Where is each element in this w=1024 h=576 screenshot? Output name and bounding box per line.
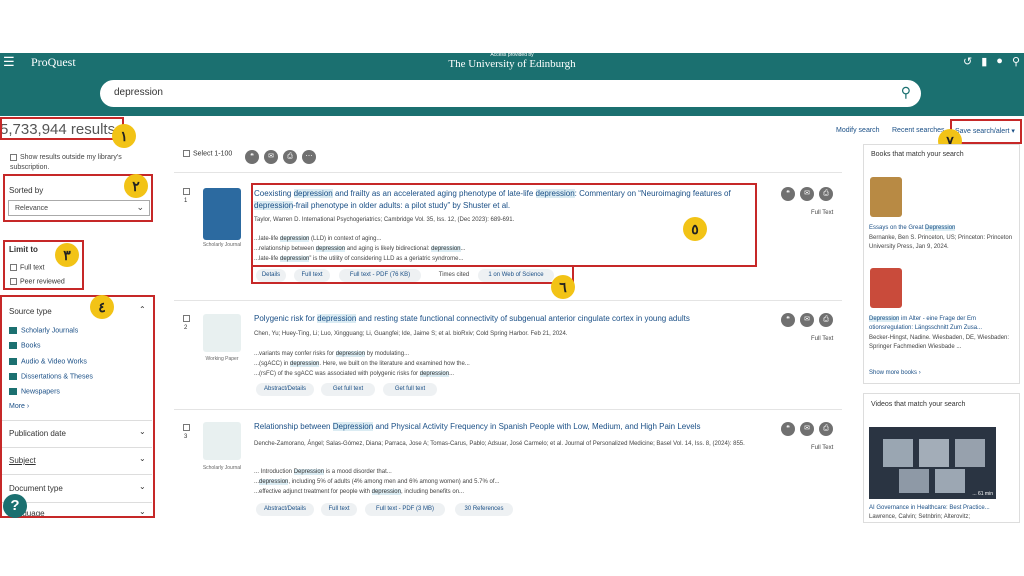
- cite-icon[interactable]: ❝: [781, 187, 795, 201]
- save-icon[interactable]: ⎙: [819, 422, 833, 436]
- institution-name: The University of Edinburgh: [448, 58, 576, 70]
- modify-search-link[interactable]: Modify search: [836, 127, 880, 134]
- record-title[interactable]: Relationship between Depression and Phys…: [254, 421, 756, 433]
- show-more-books-link[interactable]: Show more books ›: [869, 369, 921, 378]
- divider: [174, 300, 842, 301]
- record-number: 1: [184, 198, 188, 204]
- annotation-badge-1: ١: [112, 124, 136, 148]
- book-title-link[interactable]: Essays on the Great Depression: [869, 224, 1019, 233]
- folder-icon[interactable]: ▮: [981, 55, 987, 68]
- video-frame: [899, 469, 929, 493]
- gear-icon: [203, 314, 241, 352]
- video-duration: ... 61 min: [972, 491, 993, 497]
- annotation-box-6: [251, 265, 574, 284]
- search-submit-icon[interactable]: ⚲: [901, 84, 911, 101]
- get-full-text-link[interactable]: Get full text: [321, 383, 375, 396]
- full-text-pdf-link[interactable]: Full text - PDF (3 MB): [365, 503, 445, 516]
- video-frame: [919, 439, 949, 467]
- select-all-checkbox[interactable]: [183, 150, 190, 157]
- full-text-label: Full Text: [811, 445, 834, 451]
- book-cover-thumbnail[interactable]: [870, 177, 902, 217]
- email-icon[interactable]: ✉: [264, 150, 278, 164]
- videos-panel-title: Videos that match your search: [871, 401, 966, 408]
- record-number: 3: [184, 434, 188, 440]
- annotation-badge-2: ٢: [124, 174, 148, 198]
- full-text-label: Full Text: [811, 210, 834, 216]
- video-frame: [935, 469, 965, 493]
- annotation-box-1: [0, 117, 124, 140]
- save-icon[interactable]: ⎙: [819, 313, 833, 327]
- search-query[interactable]: depression: [114, 87, 163, 98]
- book-cover-thumbnail[interactable]: [870, 268, 902, 308]
- record-type: Scholarly Journal: [202, 242, 242, 248]
- annotation-badge-6: ٦: [551, 275, 575, 299]
- email-icon[interactable]: ✉: [800, 187, 814, 201]
- select-all-row[interactable]: Select 1-100: [183, 150, 232, 157]
- book-meta: Bernanke, Ben S. Princeton, US; Princeto…: [869, 235, 1013, 250]
- video-thumbnail[interactable]: ... 61 min: [869, 427, 996, 499]
- help-button[interactable]: ?: [3, 494, 27, 518]
- select-all-label: Select 1-100: [193, 150, 233, 158]
- search-input[interactable]: depression ⚲: [100, 80, 921, 107]
- full-text-link[interactable]: Full text: [321, 503, 357, 516]
- cite-icon[interactable]: ❝: [781, 422, 795, 436]
- email-icon[interactable]: ✉: [800, 422, 814, 436]
- cite-icon[interactable]: ❝: [781, 313, 795, 327]
- recent-searches-link[interactable]: Recent searches: [892, 127, 945, 134]
- record-snippet: ...(rsFC) of the sgACC was associated wi…: [254, 371, 455, 377]
- full-text-label: Full Text: [811, 336, 834, 342]
- record-number: 2: [184, 325, 188, 331]
- record-title[interactable]: Polygenic risk for depression and restin…: [254, 313, 756, 325]
- show-outside-option[interactable]: Show results outside my library's subscr…: [10, 153, 145, 173]
- record-checkbox[interactable]: [183, 188, 190, 195]
- divider: [174, 172, 842, 173]
- annotation-badge-4: ٤: [90, 295, 114, 319]
- annotation-box-5: [251, 183, 757, 267]
- search-icon[interactable]: ⚲: [1012, 55, 1020, 68]
- graduation-cap-icon: [203, 422, 241, 460]
- annotation-box-4: [0, 295, 155, 518]
- video-frame: [883, 439, 913, 467]
- record-meta: Denche-Zamorano, Ángel; Salas-Gómez, Dia…: [254, 441, 745, 447]
- email-icon[interactable]: ✉: [800, 313, 814, 327]
- show-outside-label: Show results outside my library's subscr…: [10, 154, 122, 171]
- annotation-badge-5: ٥: [683, 217, 707, 241]
- divider: [174, 409, 842, 410]
- video-title-link[interactable]: AI Governance in Healthcare: Best Practi…: [869, 504, 1019, 513]
- book-title-link[interactable]: Depression im Alter - eine Frage der Em …: [869, 315, 1019, 333]
- record-checkbox[interactable]: [183, 315, 190, 322]
- history-icon[interactable]: ↺: [963, 55, 972, 68]
- record-type: Scholarly Journal: [202, 465, 242, 471]
- annotation-badge-3: ٣: [55, 243, 79, 267]
- record-snippet: ...effective adjunct treatment for peopl…: [254, 489, 465, 495]
- cite-icon[interactable]: ❝: [245, 150, 259, 164]
- get-full-text-link[interactable]: Get full text: [383, 383, 437, 396]
- record-checkbox[interactable]: [183, 424, 190, 431]
- print-icon[interactable]: ⎙: [283, 150, 297, 164]
- book-meta: Becker-Hingst, Nadine. Wiesbaden, DE, Wi…: [869, 335, 1010, 350]
- abstract-details-link[interactable]: Abstract/Details: [256, 383, 314, 396]
- record-type: Working Paper: [205, 356, 239, 362]
- video-meta: Lawrence, Calvin; Setnbrin; Alterovitz;: [869, 514, 971, 520]
- more-options-icon[interactable]: ⋯: [302, 150, 316, 164]
- record-meta: Chen, Yu; Huey-Ting, Li; Luo, Xingguang;…: [254, 331, 568, 337]
- record-snippet: ...depression, including 5% of adults (4…: [254, 479, 500, 485]
- record-snippet: ...variants may confer risks for depress…: [254, 351, 410, 357]
- app-header: ☰ ProQuest Access provided by The Univer…: [0, 52, 1024, 71]
- record-snippet: ...(sgACC) in depression. Here, we built…: [254, 361, 470, 367]
- user-icon[interactable]: ●: [996, 55, 1003, 68]
- books-panel-title: Books that match your search: [871, 151, 964, 158]
- checkbox[interactable]: [10, 153, 17, 161]
- video-frame: [955, 439, 985, 467]
- abstract-details-link[interactable]: Abstract/Details: [256, 503, 314, 516]
- top-whitespace: [0, 0, 1024, 53]
- journal-cover-thumbnail[interactable]: [203, 188, 241, 240]
- record-snippet: ... Introduction Depression is a mood di…: [254, 469, 392, 475]
- save-icon[interactable]: ⎙: [819, 187, 833, 201]
- references-link[interactable]: 30 References: [455, 503, 513, 516]
